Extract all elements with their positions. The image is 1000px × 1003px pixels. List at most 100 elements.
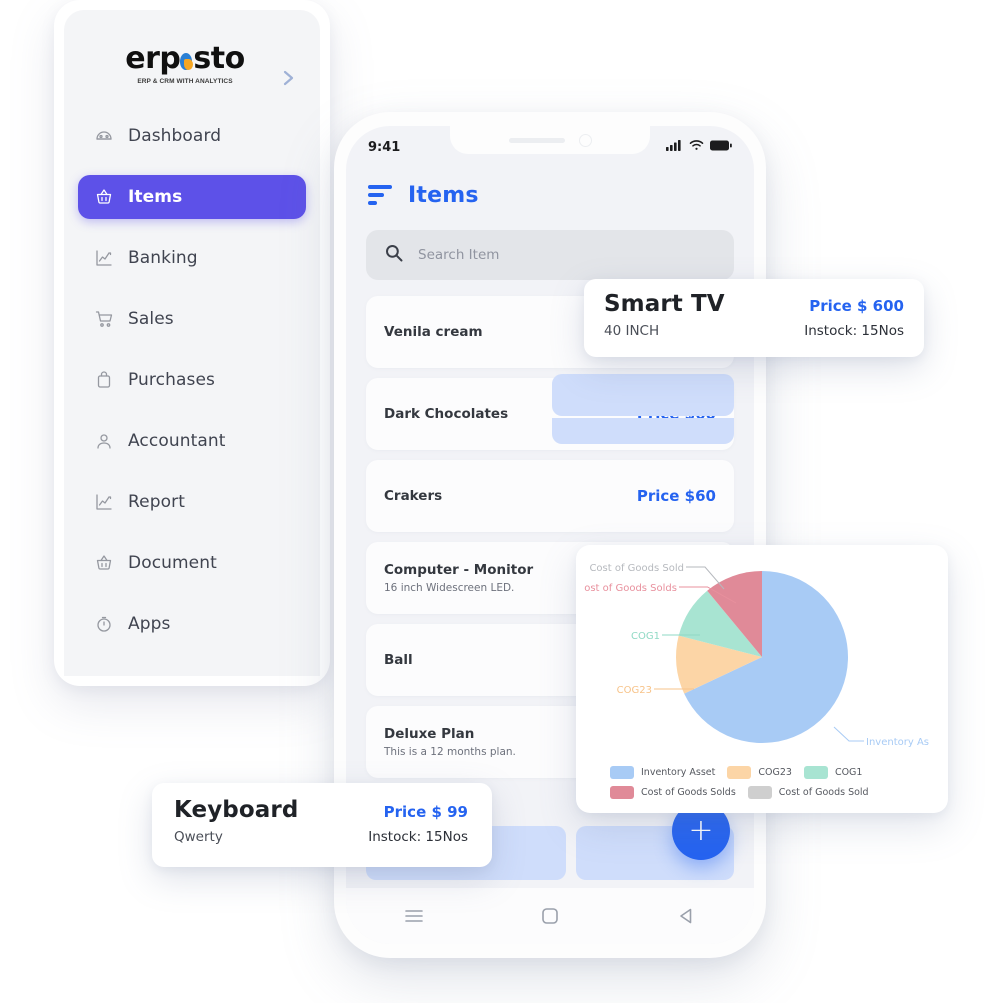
hamburger-menu-icon[interactable] [368,185,392,205]
sidebar-item-accountant[interactable]: Accountant [78,419,306,463]
item-name: Ball [384,652,413,668]
sidebar-inner: erp sto ERP & CRM WITH ANALYTICS Dashboar… [64,10,320,676]
search-input[interactable]: Search Item [366,230,734,280]
item-name: Crakers [384,488,443,504]
legend-label: Inventory Asset [641,767,716,778]
legend-item[interactable]: Cost of Goods Solds [610,786,736,799]
item-name: Computer - Monitor [384,562,534,578]
item-name: Venila cream [384,324,483,340]
sidebar-item-label: Items [128,187,183,207]
card-price: Price $ 600 [809,297,904,315]
pie-annotation-label: ost of Goods Solds [584,583,677,594]
sidebar-item-label: Sales [128,309,174,329]
item-description: 16 inch Widescreen LED. [384,582,515,594]
legend-item[interactable]: Inventory Asset [610,766,715,779]
phone-notch [450,126,650,154]
row-highlight-smart-tv [552,374,734,416]
pie-annotation-label: COG1 [631,631,660,642]
cellular-signal-icon [666,138,683,156]
sidebar-item-apps[interactable]: Apps [78,602,306,646]
card-stock: Instock: 15Nos [804,323,904,339]
pie-annotation-label: Inventory As [866,737,929,748]
cart-icon [94,309,114,329]
sidebar-item-label: Apps [128,614,171,634]
item-detail-card-keyboard[interactable]: Keyboard Price $ 99 Qwerty Instock: 15No… [152,783,492,867]
pie-chart-card[interactable]: Cost of Goods Sold ost of Goods Solds COG1… [576,545,948,813]
item-price: Price $60 [636,487,716,505]
row-highlight-smart-tv-lower [552,418,734,444]
card-subtitle: 40 INCH [604,323,660,339]
sidebar-panel: erp sto ERP & CRM WITH ANALYTICS Dashboar… [54,0,330,686]
chevron-right-icon[interactable] [278,68,298,88]
battery-full-icon [710,138,732,156]
logo-droplet-icon [179,50,194,71]
home-square-icon[interactable] [533,899,567,933]
card-title: Keyboard [174,797,299,823]
card-stock: Instock: 15Nos [368,829,468,845]
plus-icon: + [688,813,714,848]
user-icon [94,431,114,451]
dashboard-icon [94,126,114,146]
logo-text-left: erp [125,41,181,76]
legend-label: Cost of Goods Solds [641,787,736,798]
item-detail-card-smart-tv[interactable]: Smart TV Price $ 600 40 INCH Instock: 15… [584,279,924,357]
sidebar-item-purchases[interactable]: Purchases [78,358,306,402]
sidebar-item-label: Accountant [128,431,226,451]
item-description: This is a 12 months plan. [384,746,516,758]
search-icon [384,243,404,268]
legend-label: COG1 [834,767,863,778]
basket-icon [94,553,114,573]
legend-item[interactable]: COG23 [727,766,792,779]
front-camera-icon [578,133,592,147]
android-navbar [346,888,754,944]
logo[interactable]: erp sto ERP & CRM WITH ANALYTICS [110,44,260,86]
legend-swatch [610,786,634,799]
card-subtitle: Qwerty [174,829,223,845]
chart-legend: Inventory Asset COG23 COG1 Cost of Goods So… [610,766,920,799]
sidebar-item-banking[interactable]: Banking [78,236,306,280]
sidebar-item-label: Report [128,492,185,512]
clock-icon [94,614,114,634]
item-name: Dark Chocolates [384,406,509,422]
pie-annotation-label: Cost of Goods Sold [589,563,684,574]
status-time: 9:41 [368,139,401,155]
list-item[interactable]: Crakers Price $60 [366,460,734,532]
wifi-icon [689,138,704,156]
card-title: Smart TV [604,291,725,317]
bag-icon [94,370,114,390]
legend-item[interactable]: Cost of Goods Sold [747,786,869,799]
logo-wordmark: erp sto [110,44,260,74]
legend-swatch [727,766,752,779]
search-placeholder: Search Item [418,247,500,263]
leader-line [833,726,864,742]
app-header: Items [346,170,754,220]
legend-swatch [747,786,772,799]
speaker-grill [508,137,565,143]
logo-text-right: sto [193,41,245,76]
menu-lines-icon[interactable] [397,899,431,933]
sidebar-item-document[interactable]: Document [78,541,306,585]
legend-swatch [610,766,634,779]
sidebar-item-items[interactable]: Items [78,175,306,219]
sidebar-item-label: Document [128,553,217,573]
legend-label: COG23 [758,767,792,778]
back-triangle-icon[interactable] [669,899,703,933]
legend-label: Cost of Goods Sold [778,787,869,798]
item-name: Deluxe Plan [384,726,475,742]
basket-icon [94,187,114,207]
pie-chart: Cost of Goods Sold ost of Goods Solds COG1… [584,563,929,748]
logo-tagline: ERP & CRM WITH ANALYTICS [137,78,233,85]
chart-line-icon [94,248,114,268]
sidebar-item-label: Banking [128,248,198,268]
legend-item[interactable]: COG1 [803,766,863,779]
sidebar-item-dashboard[interactable]: Dashboard [78,114,306,158]
pie-annotation-label: COG23 [617,685,652,696]
sidebar-item-report[interactable]: Report [78,480,306,524]
page-title: Items [408,182,479,208]
app-screenshot: erp sto ERP & CRM WITH ANALYTICS Dashboar… [0,0,1000,1003]
sidebar-item-label: Purchases [128,370,215,390]
pie-slices [676,571,848,743]
sidebar-item-sales[interactable]: Sales [78,297,306,341]
chart-line-icon [94,492,114,512]
status-icons [666,138,732,156]
